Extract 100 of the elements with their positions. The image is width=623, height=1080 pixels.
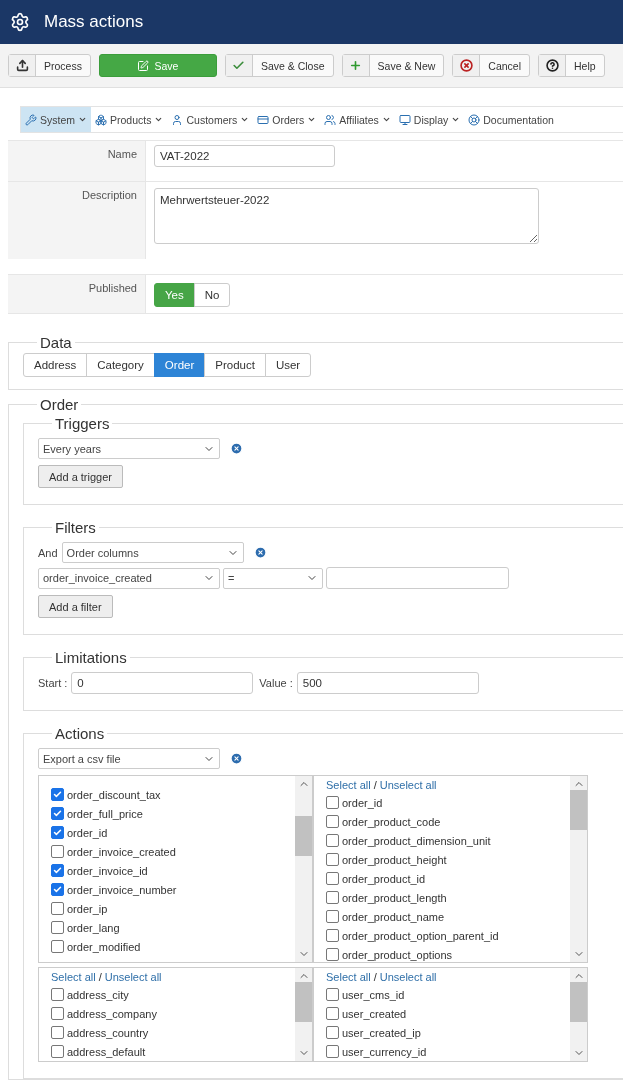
menu-item[interactable]: System	[21, 107, 91, 132]
column-name: address_default	[67, 1045, 146, 1058]
caret-icon	[307, 115, 317, 124]
menu-item[interactable]: Customers	[167, 107, 254, 132]
checkbox[interactable]	[51, 1045, 64, 1058]
checkbox[interactable]	[51, 1007, 64, 1020]
column-name: user_created	[342, 1007, 407, 1020]
filter-value-field[interactable]	[326, 567, 509, 589]
toolbar-button[interactable]: Cancel	[452, 54, 531, 77]
scrollbar-thumb[interactable]	[295, 816, 312, 856]
toolbar-button[interactable]: Save & Close	[224, 54, 334, 77]
select-all-link[interactable]: Select all	[326, 779, 371, 793]
checkbox[interactable]	[51, 988, 64, 1001]
checkbox[interactable]	[51, 807, 64, 820]
scrollbar-thumb[interactable]	[570, 982, 587, 1022]
checkbox[interactable]	[326, 834, 339, 847]
menu-item[interactable]: Display	[394, 107, 465, 132]
menu-item[interactable]: Products	[91, 107, 168, 132]
caret-icon	[154, 115, 164, 124]
toolbar-button[interactable]: Help	[538, 54, 605, 77]
trigger-select[interactable]: Every years	[38, 438, 220, 459]
add-filter-button[interactable]: Add a filter	[38, 595, 113, 618]
checkbox[interactable]	[51, 1026, 64, 1039]
button-icon	[15, 59, 29, 72]
tab[interactable]: Address	[23, 353, 88, 377]
scrollbar[interactable]	[570, 968, 587, 1061]
unselect-all-link[interactable]: Unselect all	[104, 971, 162, 985]
caret-icon	[381, 115, 391, 124]
select-all-link[interactable]: Select all	[51, 971, 96, 985]
menu-icon	[95, 113, 107, 126]
remove-icon[interactable]	[253, 546, 267, 559]
button-icon	[545, 59, 559, 72]
section-title: Order	[39, 396, 80, 413]
action-select[interactable]: Export a csv file	[38, 748, 220, 769]
checkbox[interactable]	[326, 910, 339, 923]
checkbox[interactable]	[51, 826, 64, 839]
menu-icon	[398, 113, 411, 126]
start-field[interactable]: 0	[71, 672, 254, 694]
checkbox[interactable]	[326, 1045, 339, 1058]
tab[interactable]: User	[264, 353, 312, 377]
operator-select[interactable]: =	[223, 567, 323, 589]
scrollbar[interactable]	[295, 968, 312, 1061]
scrollbar-thumb[interactable]	[295, 982, 312, 1022]
checkbox[interactable]	[326, 891, 339, 904]
filter-type-select[interactable]: Order columns	[61, 542, 244, 563]
scrollbar[interactable]	[570, 776, 587, 962]
toolbar-button[interactable]: Process	[8, 54, 91, 77]
checkbox[interactable]	[326, 929, 339, 942]
column-name: order_modified	[67, 940, 141, 953]
scrollbar-thumb[interactable]	[570, 790, 587, 830]
checkbox[interactable]	[326, 853, 339, 866]
checkbox[interactable]	[51, 902, 64, 915]
checkbox[interactable]	[326, 872, 339, 885]
checkbox[interactable]	[51, 864, 64, 877]
menu-icon	[25, 113, 37, 126]
column-name: address_country	[67, 1026, 149, 1039]
checkbox[interactable]	[51, 845, 64, 858]
menu-item[interactable]: Orders	[253, 107, 321, 132]
checkbox[interactable]	[326, 988, 339, 1001]
menu-item[interactable]: Affiliates	[320, 107, 395, 132]
checkbox[interactable]	[326, 815, 339, 828]
button-icon	[232, 59, 246, 72]
value-label: Value :	[259, 677, 293, 689]
checkbox[interactable]	[51, 940, 64, 953]
unselect-all-link[interactable]: Unselect all	[379, 779, 437, 793]
column-name: order_discount_tax	[67, 788, 161, 801]
select-all-link[interactable]: Select all	[326, 971, 371, 985]
checkbox[interactable]	[51, 883, 64, 896]
toolbar-button[interactable]: Save & New	[341, 54, 445, 77]
toggle-option[interactable]: No	[193, 283, 231, 307]
scrollbar[interactable]	[295, 776, 312, 962]
caret-icon	[240, 115, 250, 124]
name-field[interactable]: VAT-2022	[154, 145, 335, 167]
column-name: order_invoice_id	[67, 864, 148, 877]
menu-icon	[468, 113, 481, 126]
description-field[interactable]: Mehrwertsteuer-2022	[154, 188, 539, 244]
add-trigger-button[interactable]: Add a trigger	[38, 465, 123, 488]
column-select[interactable]: order_invoice_created	[38, 567, 220, 589]
checkbox[interactable]	[326, 796, 339, 809]
column-name: address_city	[67, 988, 129, 1001]
checkbox[interactable]	[326, 1007, 339, 1020]
column-name: user_cms_id	[342, 988, 405, 1001]
caret-icon	[451, 115, 461, 124]
checkbox[interactable]	[51, 788, 64, 801]
column-name: order_invoice_number	[67, 883, 177, 896]
tab[interactable]: Order	[153, 353, 206, 377]
checkbox[interactable]	[326, 1026, 339, 1039]
value-field[interactable]: 500	[296, 672, 479, 694]
remove-icon[interactable]	[230, 752, 243, 765]
unselect-all-link[interactable]: Unselect all	[379, 971, 437, 985]
tab[interactable]: Product	[204, 353, 266, 377]
edit-icon	[137, 59, 150, 72]
menu-item[interactable]: Documentation	[464, 107, 558, 132]
checkbox[interactable]	[51, 921, 64, 934]
separator: /	[98, 971, 102, 985]
checkbox[interactable]	[326, 948, 339, 961]
section-title: Limitations	[54, 649, 128, 666]
tab[interactable]: Category	[86, 353, 155, 377]
remove-icon[interactable]	[230, 442, 243, 455]
column-name: order_ip	[67, 902, 108, 915]
